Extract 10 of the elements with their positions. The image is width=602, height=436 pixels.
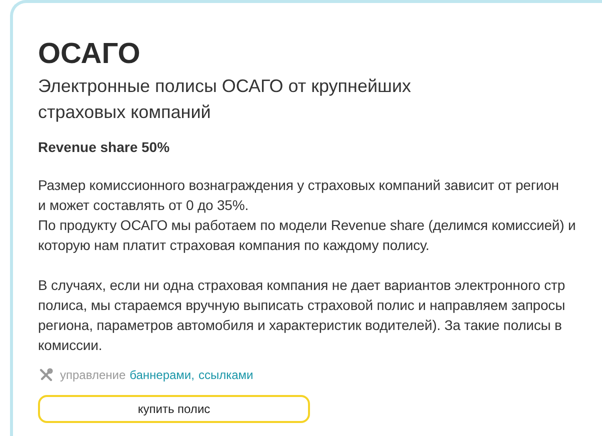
manage-link[interactable]: ссылками: [198, 368, 254, 382]
product-title: ОСАГО: [38, 37, 142, 71]
revenue-share-label: Revenue share 50%: [38, 139, 171, 155]
product-subtitle: Электронные полисы ОСАГО от крупнейших страховых компаний: [38, 75, 412, 124]
tools-icon: [38, 367, 54, 383]
description-paragraph: В случаях, если ни одна страховая компания не дает вариантов электронного стр полиса, мы стараемся вручную выписать страховой полис и направляем запросы региона, параметров автомобиля и характеристик водителей). За такие полисы в комиссии.: [38, 276, 566, 355]
buy-policy-button[interactable]: купить полис: [38, 395, 310, 423]
description-paragraph: Размер комиссионного вознаграждения у страховых компаний зависит от регион и может составлять от 0 до 35%. По продукту ОСАГО мы работаем по модели Revenue share (делимся комиссией) и которую нам платит страховая компания по каждому полису.: [38, 176, 577, 255]
manage-link[interactable]: баннерами,: [130, 368, 194, 382]
manage-label: управление: [60, 368, 126, 382]
